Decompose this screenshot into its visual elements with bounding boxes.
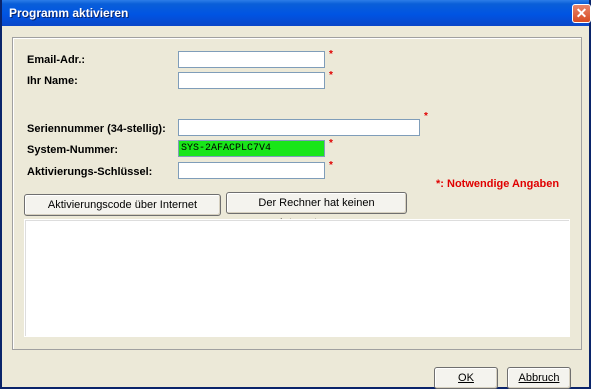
serial-label: Seriennummer (34-stellig): — [27, 123, 166, 135]
cancel-button[interactable]: Abbruch — [507, 367, 571, 389]
cancel-label: Abbruch — [518, 372, 560, 384]
serial-required-marker: * — [424, 111, 428, 122]
window-title: Programm aktivieren — [9, 6, 129, 20]
close-button[interactable]: ✕ — [572, 4, 591, 23]
system-number-label: System-Nummer: — [27, 144, 119, 156]
query-internet-button[interactable]: Aktivierungscode über Internet abfragen — [24, 194, 221, 231]
no-internet-button[interactable]: Der Rechner hat keinen Internetzugang — [226, 192, 407, 229]
name-field[interactable] — [178, 72, 325, 89]
close-icon: ✕ — [575, 5, 588, 21]
required-fields-note: *: Notwendige Angaben — [436, 178, 560, 190]
activation-required-marker: * — [329, 160, 333, 171]
output-area[interactable] — [24, 219, 570, 337]
ok-label: OK — [458, 372, 474, 384]
activation-key-label: Aktivierungs-Schlüssel: — [27, 166, 153, 178]
activation-key-field[interactable] — [178, 162, 325, 179]
email-required-marker: * — [329, 49, 333, 60]
system-number-field[interactable]: SYS-2AFACPLC7V4 — [178, 140, 325, 157]
title-bar[interactable]: Programm aktivieren ✕ — [2, 0, 591, 26]
activation-dialog: Programm aktivieren ✕ Email-Adr.: * Ihr … — [0, 0, 591, 389]
email-field[interactable] — [178, 51, 325, 68]
system-required-marker: * — [329, 138, 333, 149]
ok-button[interactable]: OK — [434, 367, 498, 389]
name-label: Ihr Name: — [27, 75, 78, 87]
name-required-marker: * — [329, 70, 333, 81]
serial-number-field[interactable] — [178, 119, 420, 136]
email-label: Email-Adr.: — [27, 54, 86, 66]
